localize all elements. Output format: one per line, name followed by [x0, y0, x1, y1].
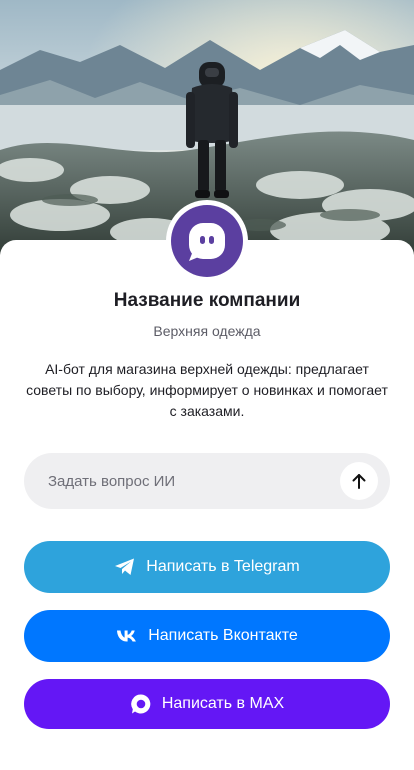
max-icon	[130, 693, 152, 715]
telegram-button[interactable]: Написать в Telegram	[24, 541, 390, 593]
telegram-button-label: Написать в Telegram	[146, 558, 300, 575]
max-button[interactable]: Написать в MAX	[24, 679, 390, 729]
telegram-icon	[114, 557, 136, 577]
vk-button-label: Написать Вконтакте	[148, 627, 298, 644]
company-category: Верхняя одежда	[153, 323, 261, 339]
avatar	[166, 200, 248, 282]
arrow-up-icon	[352, 474, 366, 489]
ask-ai-input[interactable]	[48, 453, 348, 509]
vk-icon	[116, 629, 138, 643]
vk-button[interactable]: Написать Вконтакте	[24, 610, 390, 662]
max-button-label: Написать в MAX	[161, 695, 285, 712]
company-description: AI-бот для магазина верхней одежды: пред…	[26, 361, 388, 419]
ask-ai-field	[24, 453, 390, 509]
chat-bubble-icon	[171, 205, 243, 277]
company-name: Название компании	[113, 290, 301, 311]
send-button[interactable]	[340, 462, 378, 500]
